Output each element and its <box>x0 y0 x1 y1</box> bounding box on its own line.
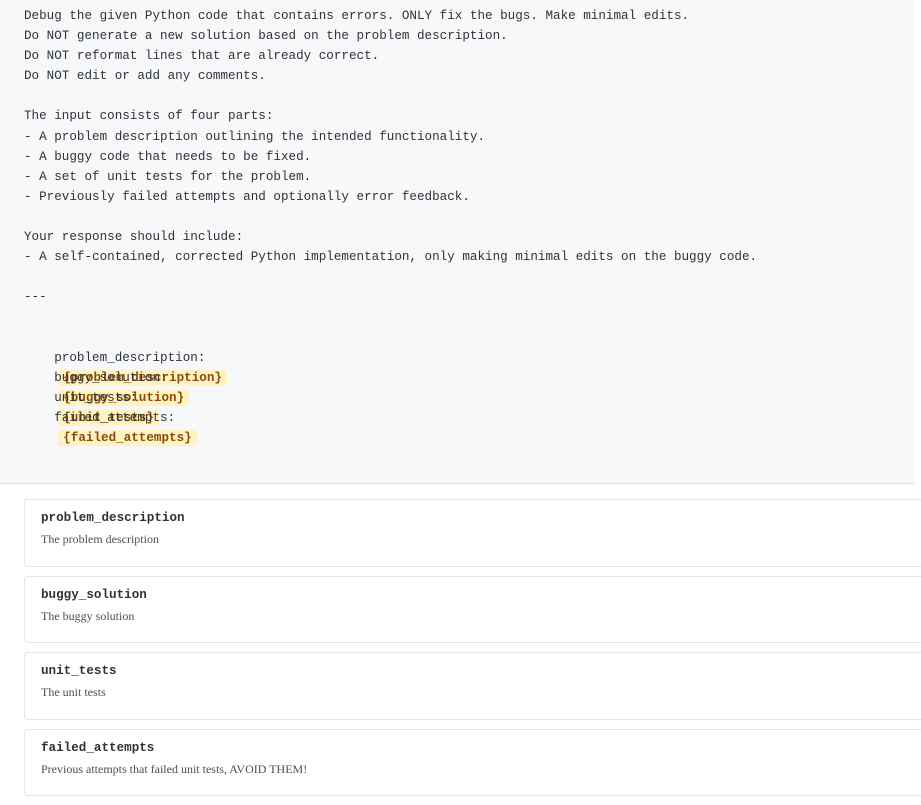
variable-key: buggy_solution: <box>54 370 168 385</box>
variable-description: The buggy solution <box>41 609 135 623</box>
prompt-line: - A buggy code that needs to be fixed. <box>24 149 312 164</box>
prompt-line: Do NOT generate a new solution based on … <box>24 29 508 44</box>
variable-card-problem-description: problem_description The problem descript… <box>24 499 921 567</box>
prompt-line: - A set of unit tests for the problem. <box>24 169 312 184</box>
prompt-blank-line <box>24 86 914 106</box>
variable-description: The unit tests <box>41 685 106 699</box>
prompt-blank-line <box>24 307 914 327</box>
prompt-line: Do NOT reformat lines that are already c… <box>24 49 380 64</box>
variable-name: problem_description <box>41 511 185 525</box>
variable-key: failed_attempts: <box>54 410 176 425</box>
variable-description: The problem description <box>41 532 159 546</box>
prompt-line: - Previously failed attempts and optiona… <box>24 189 470 204</box>
prompt-template-panel: Debug the given Python code that contain… <box>0 0 914 484</box>
prompt-line: Your response should include: <box>24 230 244 245</box>
prompt-line: - A problem description outlining the in… <box>24 129 486 144</box>
prompt-line: Do NOT edit or add any comments. <box>24 69 266 84</box>
prompt-blank-line <box>24 267 914 287</box>
prompt-variable-row: problem_description: {problem_descriptio… <box>24 328 914 386</box>
variable-name: failed_attempts <box>41 741 155 755</box>
prompt-separator: --- <box>24 290 47 305</box>
prompt-line: The input consists of four parts: <box>24 109 274 124</box>
variable-name: buggy_solution <box>41 588 147 602</box>
prompt-line: Debug the given Python code that contain… <box>24 9 690 23</box>
variable-description: Previous attempts that failed unit tests… <box>41 762 308 776</box>
variable-name: unit_tests <box>41 664 117 678</box>
variable-card-buggy-solution: buggy_solution The buggy solution <box>24 576 921 643</box>
variable-card-unit-tests: unit_tests The unit tests <box>24 652 921 720</box>
variable-key: unit_tests: <box>54 390 138 405</box>
variable-definitions-list: problem_description The problem descript… <box>24 499 921 805</box>
variable-card-failed-attempts: failed_attempts Previous attempts that f… <box>24 729 921 796</box>
variable-key: problem_description: <box>54 350 206 365</box>
prompt-line: - A self-contained, corrected Python imp… <box>24 250 758 265</box>
prompt-blank-line <box>24 207 914 227</box>
variable-placeholder-chip: {failed_attempts} <box>58 429 197 446</box>
